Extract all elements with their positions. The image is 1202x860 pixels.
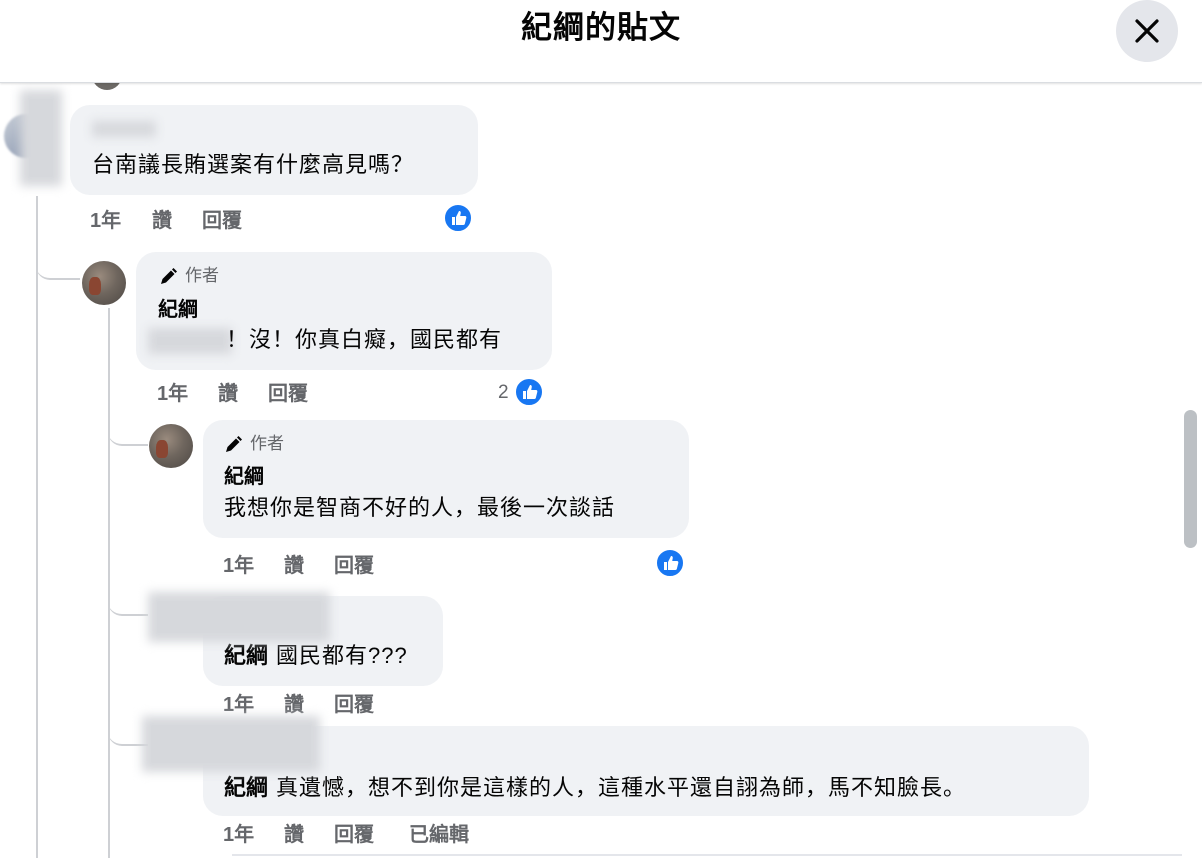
thread-line [36,196,38,858]
comment-bubble: 作者 紀綱 我想你是智商不好的人，最後一次談話 [203,420,689,538]
comment-time: 1年 [90,210,122,232]
comment-bubble: 作者 紀綱 ！沒！你真白癡，國民都有 [136,252,552,370]
comment-time: 1年 [223,694,255,716]
reply-button[interactable]: 回覆 [334,692,374,718]
like-count[interactable]: 2 [498,381,509,405]
blurred-avatar-cover [20,90,62,186]
reply-button[interactable]: 回覆 [334,553,374,579]
like-button[interactable]: 讚 [284,553,304,579]
thumbs-up-icon [452,211,467,225]
comment-text: 我想你是智商不好的人，最後一次談話 [224,495,616,520]
comment-text: ！沒！你真白癡，國民都有 [226,327,503,352]
mention-link[interactable]: 紀綱 [224,643,268,668]
thumbs-up-icon [523,385,538,399]
edited-label[interactable]: 已編輯 [409,822,469,848]
like-button[interactable]: 讚 [284,822,304,848]
comment-text: 紀綱 國民都有??? [224,643,408,668]
like-button[interactable]: 讚 [152,208,172,234]
dialog-header: 紀綱的貼文 [0,0,1202,83]
comment-text: 台南議長賄選案有什麼高見嗎？ [92,152,415,177]
pencil-icon [161,268,177,284]
comment-time: 1年 [157,383,189,405]
like-button[interactable]: 讚 [284,692,304,718]
blurred-commenter-name [92,121,156,137]
commenter-name[interactable]: 紀綱 [158,297,198,323]
like-button[interactable]: 讚 [218,381,238,407]
scrollbar-thumb[interactable] [1184,410,1197,548]
reply-button[interactable]: 回覆 [334,822,374,848]
comment-time: 1年 [223,555,255,577]
thread-connector [108,420,148,446]
reply-button[interactable]: 回覆 [268,381,308,407]
reply-button[interactable]: 回覆 [202,208,242,234]
reply-input-edge[interactable] [232,854,1182,860]
page-title: 紀綱的貼文 [521,10,681,45]
mention-link[interactable]: 紀綱 [224,775,268,800]
comment-bubble: 台南議長賄選案有什麼高見嗎？ [70,105,478,195]
avatar[interactable] [82,261,126,305]
author-badge: 作者 [158,266,278,288]
commenter-name[interactable]: 紀綱 [224,464,264,490]
blurred-mention [148,328,232,354]
like-reaction-badge[interactable] [655,548,685,578]
close-button[interactable] [1116,0,1178,62]
close-icon [1135,19,1159,43]
comment-bubble: 紀綱 真遺憾，想不到你是這樣的人，這種水平還自詡為師，馬不知臉長。 [203,726,1089,816]
blurred-commenter-identity [148,592,330,642]
thumbs-up-icon [664,556,679,570]
comment-text: 紀綱 真遺憾，想不到你是這樣的人，這種水平還自詡為師，馬不知臉長。 [224,775,967,800]
pencil-icon [226,436,242,452]
thread-connector [36,248,80,280]
thread-line [108,308,110,858]
comment-time: 1年 [223,824,255,846]
author-badge: 作者 [223,434,343,456]
avatar[interactable] [149,424,193,468]
like-reaction-badge[interactable] [514,377,544,407]
thread-connector [108,590,148,616]
like-reaction-badge[interactable] [443,203,473,233]
blurred-commenter-identity [142,716,320,772]
